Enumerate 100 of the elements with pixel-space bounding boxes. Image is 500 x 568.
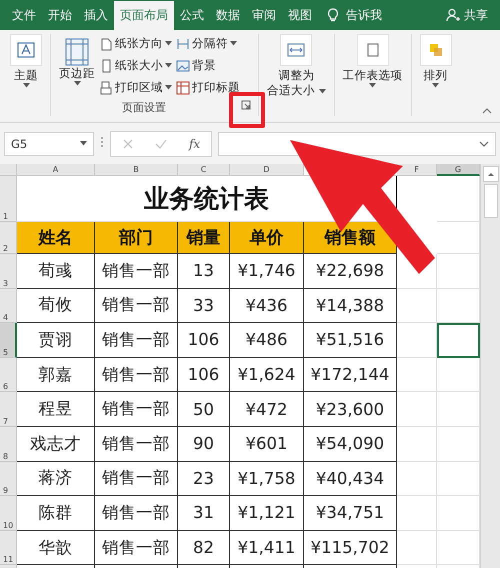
scroll-up-button[interactable] <box>482 166 498 182</box>
table-cell: 销售一部 <box>95 496 178 531</box>
table-cell: 销售一部 <box>95 288 178 324</box>
themes-icon <box>17 42 35 58</box>
arrange-icon <box>428 42 444 58</box>
row-header[interactable]: 7 <box>0 392 17 427</box>
row-header[interactable]: 1 <box>0 176 17 222</box>
table-cell: ¥472 <box>230 392 304 427</box>
row-header[interactable]: 10 <box>0 496 17 531</box>
table-cell: ¥23,600 <box>304 392 397 427</box>
table-cell: ¥601 <box>230 426 304 462</box>
column-header[interactable]: C <box>178 164 230 176</box>
table-cell: ¥51,516 <box>304 323 397 358</box>
dialog-launcher-button[interactable] <box>239 99 253 111</box>
arrange-button[interactable]: 排列 <box>416 34 456 122</box>
share-button[interactable]: 共享 <box>446 0 488 30</box>
table-cell: ¥54,090 <box>304 426 397 462</box>
empty-cell[interactable] <box>397 426 437 462</box>
scale-to-fit-button[interactable]: 调整为 合适大小 <box>263 34 330 122</box>
column-header[interactable]: G <box>437 164 480 176</box>
ribbon-tab[interactable]: 文件 <box>6 0 42 30</box>
ribbon-tab[interactable]: 数据 <box>210 0 246 30</box>
page-icon <box>99 36 113 50</box>
table-cell: 华歆 <box>17 530 95 566</box>
select-all-corner[interactable] <box>0 164 17 176</box>
table-cell: 23 <box>178 462 230 496</box>
row-header[interactable]: 6 <box>0 358 17 392</box>
person-icon <box>446 8 460 22</box>
breaks-icon <box>176 36 190 50</box>
column-header[interactable]: A <box>17 164 95 176</box>
column-header[interactable]: D <box>230 164 304 176</box>
collapse-chevron-icon <box>482 107 492 115</box>
table-cell: 销售一部 <box>95 323 178 358</box>
empty-cell[interactable] <box>397 288 437 324</box>
empty-cell[interactable] <box>397 530 437 566</box>
ribbon-tab[interactable]: 审阅 <box>246 0 282 30</box>
table-cell: 106 <box>178 323 230 358</box>
empty-cell[interactable] <box>397 358 437 392</box>
orientation-button[interactable]: 纸张方向 <box>99 34 172 53</box>
ribbon-tab[interactable]: 开始 <box>42 0 78 30</box>
caret-icon <box>80 141 87 146</box>
lightbulb-icon <box>326 8 340 22</box>
table-cell: 90 <box>178 426 230 462</box>
header-cell: 单价 <box>230 222 304 254</box>
table-cell: 50 <box>178 392 230 427</box>
table-cell: ¥1,746 <box>230 254 304 289</box>
insert-function-button[interactable]: fx <box>188 136 200 150</box>
ribbon-tab[interactable]: 公式 <box>174 0 210 30</box>
formula-input[interactable] <box>218 132 496 156</box>
empty-cell[interactable] <box>397 462 437 496</box>
name-box[interactable]: G5 <box>4 132 94 156</box>
row-header[interactable]: 9 <box>0 462 17 496</box>
close-icon <box>122 138 134 150</box>
row-header[interactable]: 2 <box>0 222 17 254</box>
caret-icon <box>318 89 326 94</box>
row-header[interactable]: 8 <box>0 426 17 462</box>
caret-icon <box>432 83 440 88</box>
empty-cell[interactable] <box>397 323 437 358</box>
table-cell: ¥1,411 <box>230 530 304 566</box>
print-titles-button[interactable]: 打印标题 <box>176 78 240 97</box>
table-cell: ¥22,698 <box>304 254 397 289</box>
table-cell: 82 <box>178 530 230 566</box>
background-button[interactable]: 背景 <box>176 56 240 75</box>
ribbon-tab[interactable]: 插入 <box>78 0 114 30</box>
ribbon-tab[interactable]: 视图 <box>282 0 318 30</box>
breaks-button[interactable]: 分隔符 <box>176 34 240 53</box>
row-header[interactable]: 11 <box>0 530 17 566</box>
sheet-options-button[interactable]: 工作表选项 <box>338 34 407 122</box>
empty-cell[interactable] <box>397 496 437 531</box>
size-button[interactable]: 纸张大小 <box>99 56 172 75</box>
scrollbar[interactable] <box>480 164 500 568</box>
check-icon <box>155 138 168 150</box>
table-cell: 程昱 <box>17 392 95 427</box>
table-cell: 戏志才 <box>17 426 95 462</box>
caret-icon <box>230 41 237 46</box>
print-area-button[interactable]: 打印区域 <box>99 78 172 97</box>
table-cell: 销售一部 <box>95 426 178 462</box>
column-header[interactable]: F <box>397 164 437 176</box>
row-header[interactable]: 5 <box>0 323 17 358</box>
selected-cell[interactable] <box>437 323 480 358</box>
launcher-icon <box>241 100 251 110</box>
printer-icon <box>99 80 113 94</box>
table-cell: ¥1,624 <box>230 358 304 392</box>
scale-icon <box>287 42 306 58</box>
row-header[interactable]: 4 <box>0 288 17 324</box>
row-header[interactable]: 3 <box>0 254 17 289</box>
column-header[interactable]: B <box>95 164 178 176</box>
caret-icon <box>165 63 172 68</box>
header-cell: 销量 <box>178 222 230 254</box>
table-cell: ¥115,702 <box>304 530 397 566</box>
margins-button[interactable]: 页边距 <box>55 34 99 122</box>
header-cell: 销售额 <box>304 222 397 254</box>
scroll-thumb[interactable] <box>484 184 498 218</box>
themes-button[interactable]: 主题 <box>6 34 46 122</box>
tell-me-button[interactable]: 告诉我 <box>326 0 382 30</box>
ribbon-tab[interactable]: 页面布局 <box>114 1 174 30</box>
table-cell: 销售一部 <box>95 392 178 427</box>
expand-icon <box>479 140 489 148</box>
table-cell: 陈群 <box>17 496 95 531</box>
empty-cell[interactable] <box>397 392 437 427</box>
